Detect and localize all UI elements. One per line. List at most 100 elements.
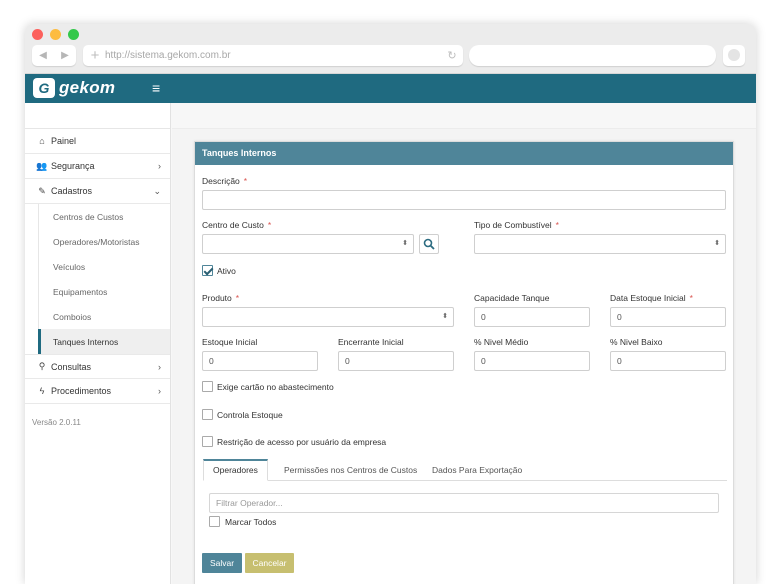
nav-buttons: ◀ ▶ <box>32 45 76 66</box>
tipo-combustivel-select[interactable]: ⬍ <box>474 234 726 254</box>
sidebar-item-label: Segurança <box>51 161 95 171</box>
data-estoque-label-text: Data Estoque Inicial <box>610 293 686 303</box>
users-icon: 👥 <box>36 160 48 171</box>
required-mark: * <box>267 220 272 230</box>
marcar-todos-label: Marcar Todos <box>225 517 277 527</box>
extension-button[interactable] <box>723 45 745 66</box>
controla-estoque-label: Controla Estoque <box>217 410 283 420</box>
descricao-label: Descrição * <box>202 176 247 186</box>
estoque-inicial-label: Estoque Inicial <box>202 337 258 347</box>
restricao-checkbox[interactable] <box>202 436 213 447</box>
sidebar-item-label: Painel <box>51 136 77 146</box>
home-icon: ⌂ <box>39 136 45 146</box>
sidebar-item-label: Consultas <box>51 361 92 372</box>
required-mark: * <box>235 293 240 303</box>
browser-chrome: ◀ ▶ + http://sistema.gekom.com.br ↻ <box>25 24 756 74</box>
produto-label-text: Produto <box>202 293 232 303</box>
sidebar-item-label: Procedimentos <box>51 386 112 396</box>
required-mark: * <box>555 220 559 230</box>
submenu-item-equipamentos[interactable]: Equipamentos <box>39 279 170 304</box>
bolt-icon: ϟ <box>39 386 45 396</box>
tab-permissoes[interactable]: Permissões nos Centros de Custos <box>275 459 426 481</box>
cadastros-submenu: Centros de Custos Operadores/Motoristas … <box>38 204 170 354</box>
ativo-label: Ativo <box>217 266 236 276</box>
save-button[interactable]: Salvar <box>202 553 242 573</box>
required-mark: * <box>689 293 693 303</box>
maximize-window-button[interactable] <box>68 29 79 40</box>
encerrante-input[interactable]: 0 <box>338 351 454 371</box>
chevron-right-icon: › <box>158 161 161 171</box>
form-panel: Tanques Internos Descrição * Centro de Cu… <box>194 141 734 584</box>
sidebar-top-spacer <box>25 103 170 129</box>
tab-operadores[interactable]: Operadores <box>203 459 268 481</box>
sidebar-item-seguranca[interactable]: 👥 Segurança › <box>25 154 170 179</box>
back-icon[interactable]: ◀ <box>39 50 47 61</box>
nivel-medio-label: % Nivel Médio <box>474 337 529 347</box>
submenu-item-centros-de-custos[interactable]: Centros de Custos <box>39 204 170 229</box>
version-text: Versão 2.0.11 <box>32 418 81 427</box>
submenu-item-operadores[interactable]: Operadores/Motoristas <box>39 229 170 254</box>
select-arrow-icon: ⬍ <box>442 313 448 320</box>
forward-icon[interactable]: ▶ <box>61 50 69 61</box>
logo-text: gekom <box>59 78 116 97</box>
reload-icon[interactable]: ↻ <box>441 49 463 62</box>
cancel-button[interactable]: Cancelar <box>245 553 294 573</box>
ativo-checkbox[interactable] <box>202 265 213 276</box>
submenu-item-comboios[interactable]: Comboios <box>39 304 170 329</box>
chevron-down-icon: ⌄ <box>153 185 161 196</box>
sidebar-item-procedimentos[interactable]: ϟ Procedimentos › <box>25 379 170 404</box>
app-header: G gekom ≡ <box>25 74 756 103</box>
data-estoque-label: Data Estoque Inicial * <box>610 293 693 303</box>
minimize-window-button[interactable] <box>50 29 61 40</box>
logo[interactable]: G gekom <box>33 78 115 98</box>
centro-custo-label-text: Centro de Custo <box>202 220 264 230</box>
required-mark: * <box>243 176 248 186</box>
produto-label: Produto * <box>202 293 239 303</box>
sidebar-item-label: Cadastros <box>51 186 93 196</box>
panel-title: Tanques Internos <box>195 142 733 165</box>
estoque-inicial-input[interactable]: 0 <box>202 351 318 371</box>
centro-custo-label: Centro de Custo * <box>202 220 271 230</box>
nivel-baixo-input[interactable]: 0 <box>610 351 726 371</box>
tab-bar: Operadores Permissões nos Centros de Cus… <box>203 459 727 481</box>
search-icon: ⚲ <box>38 361 46 371</box>
capacidade-label: Capacidade Tanque <box>474 293 550 303</box>
logo-icon: G <box>33 78 55 98</box>
capacidade-input[interactable]: 0 <box>474 307 590 327</box>
chevron-right-icon: › <box>158 361 161 372</box>
address-bar[interactable]: + http://sistema.gekom.com.br ↻ <box>83 45 463 66</box>
content-topbar <box>172 103 756 129</box>
sidebar-item-consultas[interactable]: ⚲ Consultas › <box>25 354 170 379</box>
magnifier-icon <box>423 238 435 250</box>
url-text[interactable]: http://sistema.gekom.com.br <box>105 50 441 61</box>
centro-custo-search-button[interactable] <box>419 234 439 254</box>
nivel-medio-input[interactable]: 0 <box>474 351 590 371</box>
close-window-button[interactable] <box>32 29 43 40</box>
browser-search-bar[interactable] <box>469 45 716 66</box>
hamburger-menu-icon[interactable]: ≡ <box>152 80 160 96</box>
browser-window: ◀ ▶ + http://sistema.gekom.com.br ↻ G ge… <box>25 24 756 584</box>
data-estoque-input[interactable]: 0 <box>610 307 726 327</box>
descricao-input[interactable] <box>202 190 726 210</box>
sidebar-item-cadastros[interactable]: ✎ Cadastros ⌄ <box>25 179 170 204</box>
tipo-combustivel-label-text: Tipo de Combustível <box>474 220 552 230</box>
marcar-todos-checkbox[interactable] <box>209 516 220 527</box>
controla-estoque-checkbox[interactable] <box>202 409 213 420</box>
descricao-label-text: Descrição <box>202 176 240 186</box>
plus-icon[interactable]: + <box>85 47 105 64</box>
produto-select[interactable]: ⬍ <box>202 307 454 327</box>
sidebar-item-painel[interactable]: ⌂ Painel <box>25 129 170 154</box>
tab-dados-exportacao[interactable]: Dados Para Exportação <box>423 459 531 481</box>
edit-icon: ✎ <box>38 185 46 196</box>
chevron-right-icon: › <box>158 386 161 396</box>
centro-custo-select[interactable]: ⬍ <box>202 234 414 254</box>
sidebar: ⌂ Painel 👥 Segurança › ✎ Cadastros ⌄ Cen… <box>25 103 171 584</box>
exige-cartao-checkbox[interactable] <box>202 381 213 392</box>
main-content: Tanques Internos Descrição * Centro de Cu… <box>172 103 756 584</box>
select-arrow-icon: ⬍ <box>714 240 720 247</box>
submenu-item-tanques-internos[interactable]: Tanques Internos <box>38 329 170 354</box>
exige-cartao-label: Exige cartão no abastecimento <box>217 382 334 392</box>
submenu-item-veiculos[interactable]: Veículos <box>39 254 170 279</box>
filtrar-operador-input[interactable]: Filtrar Operador... <box>209 493 719 513</box>
restricao-label: Restrição de acesso por usuário da empre… <box>217 437 387 447</box>
